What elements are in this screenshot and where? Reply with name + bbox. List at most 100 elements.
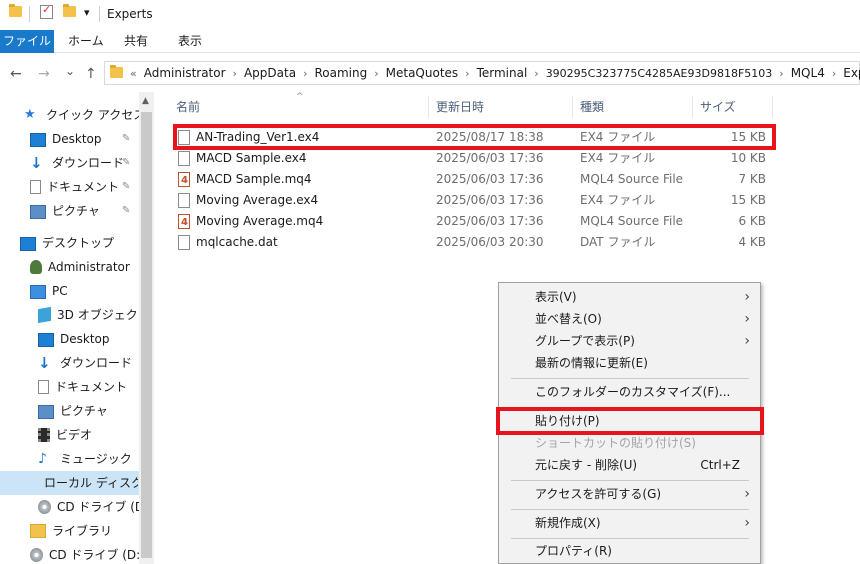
sidebar-item-videos[interactable]: ビデオ (38, 425, 92, 445)
user-icon (30, 260, 42, 274)
desktop-icon (20, 237, 36, 251)
sidebar-item-desktop-root[interactable]: デスクトップ (20, 233, 114, 253)
column-header-name[interactable]: 名前 (176, 92, 200, 122)
menu-item-label: グループで表示(P) (535, 334, 635, 348)
file-type: MQL4 Source File (580, 214, 684, 228)
new-folder-icon[interactable] (63, 4, 76, 17)
file-row[interactable]: Moving Average.ex4 2025/06/03 17:36 EX4 … (172, 190, 772, 211)
breadcrumb-separator[interactable]: › (230, 67, 240, 80)
file-row[interactable]: MACD Sample.mq4 2025/06/03 17:36 MQL4 So… (172, 169, 772, 191)
sidebar-item-local-disk[interactable]: ローカル ディスク ( (38, 473, 138, 493)
sidebar-item-pictures[interactable]: ピクチャ ✎ (30, 201, 138, 221)
menu-item-label: 新規作成(X) (535, 516, 601, 530)
mq4-file-icon (178, 212, 190, 233)
file-date: 2025/06/03 17:36 (436, 172, 544, 186)
breadcrumb-item-current[interactable]: Experts (839, 66, 860, 80)
scroll-up-icon[interactable]: ▲ (142, 96, 149, 106)
column-divider[interactable] (572, 96, 573, 118)
divider (99, 6, 100, 22)
sidebar-scrollbar[interactable]: ▲ (139, 92, 154, 564)
breadcrumb-separator[interactable]: › (829, 67, 839, 80)
column-divider[interactable] (428, 96, 429, 118)
address-bar[interactable]: « Administrator › AppData › Roaming › Me… (104, 61, 860, 85)
file-row[interactable]: mqlcache.dat 2025/06/03 20:30 DAT ファイル 4… (172, 232, 772, 253)
breadcrumb-item[interactable]: AppData (240, 66, 300, 80)
column-divider[interactable] (692, 96, 693, 118)
sidebar-item-label: ピクチャ (60, 404, 108, 418)
breadcrumb-separator[interactable]: › (531, 67, 541, 80)
file-name: mqlcache.dat (196, 235, 278, 249)
sidebar-item-user[interactable]: Administrator (30, 257, 130, 277)
menu-item-new[interactable]: 新規作成(X) › (499, 512, 760, 534)
sidebar-item-cd-drive-root[interactable]: CD ドライブ (D:) (30, 545, 145, 564)
column-header-size[interactable]: サイズ (700, 92, 736, 122)
file-icon (178, 151, 190, 166)
sidebar-item-pc-documents[interactable]: ドキュメント (38, 377, 127, 397)
breadcrumb-separator[interactable]: › (776, 67, 786, 80)
forward-button[interactable]: → (38, 66, 50, 82)
menu-separator (511, 378, 749, 379)
menu-item-paste-shortcut[interactable]: ショートカットの貼り付け(S) (499, 432, 760, 454)
recent-locations-button[interactable]: ⌄ (65, 64, 75, 78)
file-row[interactable]: Moving Average.mq4 2025/06/03 17:36 MQL4… (172, 211, 772, 233)
sidebar-item-downloads[interactable]: ↓ ダウンロード ✎ (30, 153, 138, 173)
menu-item-properties[interactable]: プロパティ(R) (499, 540, 760, 562)
breadcrumb-item[interactable]: 390295C323775C4285AE93D9818F5103 (542, 67, 777, 80)
sidebar-item-label: Desktop (52, 132, 102, 146)
file-row[interactable]: MACD Sample.ex4 2025/06/03 17:36 EX4 ファイ… (172, 148, 772, 169)
sidebar-item-music[interactable]: ♪ ミュージック (38, 449, 132, 469)
up-button[interactable]: ↑ (85, 66, 97, 82)
sidebar-item-pc-desktop[interactable]: Desktop (38, 329, 110, 349)
sidebar-item-quick-access[interactable]: ★ クイック アクセス (24, 105, 145, 125)
highlight-box-file (173, 124, 776, 150)
column-divider[interactable] (772, 96, 773, 118)
divider (29, 6, 30, 22)
properties-check-icon[interactable]: ✓ (40, 3, 53, 19)
breadcrumb-item[interactable]: MQL4 (787, 66, 829, 80)
menu-item-view[interactable]: 表示(V) › (499, 286, 760, 308)
menu-item-group[interactable]: グループで表示(P) › (499, 330, 760, 352)
tab-share[interactable]: 共有 (116, 30, 156, 53)
menu-item-customize[interactable]: このフォルダーのカスタマイズ(F)... (499, 381, 760, 403)
sidebar-item-libraries[interactable]: ライブラリ (30, 521, 112, 541)
breadcrumb-item[interactable]: Roaming (310, 66, 371, 80)
scrollbar-thumb[interactable] (141, 112, 152, 558)
breadcrumb-separator[interactable]: › (371, 67, 381, 80)
menu-item-sort[interactable]: 並べ替え(O) › (499, 308, 760, 330)
chevron-right-icon: › (744, 289, 750, 305)
sidebar-item-cd-drive[interactable]: CD ドライブ (D:) (38, 497, 153, 517)
menu-item-undo[interactable]: 元に戻す - 削除(U) Ctrl+Z (499, 454, 760, 476)
sidebar-item-pc[interactable]: PC (30, 281, 68, 301)
tab-file[interactable]: ファイル (0, 30, 54, 53)
tab-home[interactable]: ホーム (60, 30, 112, 53)
sidebar-item-3d-objects[interactable]: 3D オブジェクト (38, 305, 150, 325)
tab-view[interactable]: 表示 (170, 30, 210, 53)
sidebar-item-label: Desktop (60, 332, 110, 346)
breadcrumb-item[interactable]: MetaQuotes (382, 66, 463, 80)
file-date: 2025/06/03 17:36 (436, 193, 544, 207)
sidebar-item-documents[interactable]: ドキュメント ✎ (30, 177, 138, 197)
breadcrumb-item[interactable]: Terminal (473, 66, 532, 80)
sidebar-item-pc-pictures[interactable]: ピクチャ (38, 401, 108, 421)
breadcrumb-separator[interactable]: › (300, 67, 310, 80)
column-header-date[interactable]: 更新日時 (436, 92, 484, 122)
file-size: 6 KB (738, 214, 766, 228)
breadcrumb-item[interactable]: Administrator (140, 66, 230, 80)
file-name: Moving Average.mq4 (196, 214, 324, 228)
sidebar-item-pc-downloads[interactable]: ↓ ダウンロード (38, 353, 132, 373)
sidebar-item-label: 3D オブジェクト (57, 308, 150, 322)
overflow-chevron-icon[interactable]: « (127, 67, 140, 80)
sidebar-item-label: CD ドライブ (D:) (49, 548, 145, 562)
sidebar-item-label: ピクチャ (52, 204, 100, 218)
qat-dropdown-icon[interactable]: ▾ (84, 6, 90, 19)
ribbon-tabs: ファイル ホーム 共有 表示 (0, 30, 860, 53)
menu-item-refresh[interactable]: 最新の情報に更新(E) (499, 352, 760, 374)
breadcrumb-separator[interactable]: › (462, 67, 472, 80)
column-header-type[interactable]: 種類 (580, 92, 604, 122)
picture-icon (30, 205, 46, 219)
sidebar-item-desktop[interactable]: Desktop ✎ (30, 129, 138, 149)
back-button[interactable]: ← (10, 66, 22, 82)
3d-objects-icon (38, 306, 51, 324)
menu-item-give-access[interactable]: アクセスを許可する(G) › (499, 483, 760, 505)
sidebar-item-label: ミュージック (60, 452, 132, 466)
